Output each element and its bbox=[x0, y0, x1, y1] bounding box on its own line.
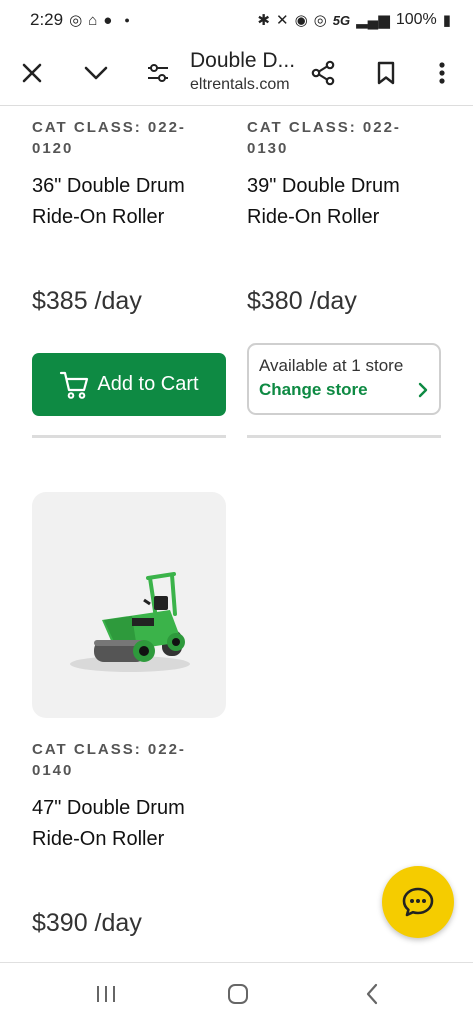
recent-apps-button[interactable] bbox=[76, 963, 136, 1025]
status-time: 2:29 bbox=[30, 10, 64, 29]
system-nav-bar bbox=[0, 962, 473, 1024]
signal-icon: ▂▄▆ bbox=[356, 11, 390, 29]
page-settings-button[interactable] bbox=[138, 40, 178, 106]
product-card[interactable]: CAT CLASS: 022- 0140 47" Double Drum Rid… bbox=[32, 739, 226, 855]
more-vert-icon bbox=[439, 62, 445, 84]
share-button[interactable] bbox=[302, 40, 344, 106]
more-notifications-dot-icon: ● bbox=[124, 14, 130, 25]
product-name[interactable]: 36" Double Drum Ride-On Roller bbox=[32, 171, 226, 233]
cat-class: CAT CLASS: 022- 0130 bbox=[247, 117, 441, 159]
share-icon bbox=[311, 60, 335, 86]
store-availability-box[interactable]: Available at 1 store Change store bbox=[247, 343, 441, 415]
product-name[interactable]: 47" Double Drum Ride-On Roller bbox=[32, 793, 226, 855]
change-store-label: Change store bbox=[259, 380, 368, 399]
status-bar: 2:29 ◎ ⌂ ● ● ✱ ✕ ◉ ◎ 5G ▂▄▆ 100% ▮ bbox=[0, 0, 473, 40]
product-name[interactable]: 39" Double Drum Ride-On Roller bbox=[247, 171, 441, 233]
cat-class-line1: CAT CLASS: 022- bbox=[32, 119, 186, 136]
page-title-block[interactable]: Double D... eltrentals.com bbox=[190, 48, 295, 96]
close-button[interactable] bbox=[12, 40, 52, 106]
mute-icon: ✕ bbox=[276, 11, 289, 29]
product-name-line1: 39" Double Drum bbox=[247, 175, 400, 197]
cat-class-line2: 0130 bbox=[247, 140, 289, 157]
chat-button[interactable] bbox=[382, 866, 454, 938]
product-name-line2: Ride-On Roller bbox=[32, 206, 165, 228]
message-notification-icon: ● bbox=[103, 11, 113, 29]
add-to-cart-button[interactable]: Add to Cart bbox=[32, 353, 226, 416]
cat-class: CAT CLASS: 022- 0120 bbox=[32, 117, 226, 159]
battery-percent: 100% bbox=[395, 11, 437, 28]
back-icon bbox=[366, 983, 378, 1005]
product-card[interactable]: CAT CLASS: 022- 0120 36" Double Drum Rid… bbox=[32, 117, 226, 233]
status-right: ✱ ✕ ◉ ◎ 5G ▂▄▆ 100% ▮ bbox=[257, 11, 451, 29]
cat-class-line1: CAT CLASS: 022- bbox=[247, 119, 401, 136]
recent-apps-icon bbox=[97, 986, 115, 1002]
chevron-right-icon bbox=[418, 382, 428, 398]
tune-icon bbox=[148, 64, 168, 82]
cat-class-line1: CAT CLASS: 022- bbox=[32, 741, 186, 758]
page-content: CAT CLASS: 022- 0120 36" Double Drum Rid… bbox=[0, 107, 473, 960]
home-notification-icon: ⌂ bbox=[88, 11, 98, 29]
bookmark-icon bbox=[377, 61, 395, 85]
cat-class: CAT CLASS: 022- 0140 bbox=[32, 739, 226, 781]
chat-icon bbox=[402, 887, 434, 917]
hotspot-icon: ◎ bbox=[313, 11, 327, 29]
location-icon: ◉ bbox=[294, 11, 308, 29]
divider bbox=[247, 435, 441, 438]
change-store-link[interactable]: Change store bbox=[259, 377, 429, 403]
home-button[interactable] bbox=[208, 963, 268, 1025]
collapse-button[interactable] bbox=[76, 40, 116, 106]
cat-class-line2: 0120 bbox=[32, 140, 74, 157]
product-name-line1: 36" Double Drum bbox=[32, 175, 185, 197]
browser-toolbar: Double D... eltrentals.com bbox=[0, 40, 473, 106]
add-to-cart-label: Add to Cart bbox=[97, 373, 199, 395]
bookmark-button[interactable] bbox=[365, 40, 407, 106]
cat-class-line2: 0140 bbox=[32, 762, 74, 779]
chevron-down-icon bbox=[84, 66, 108, 80]
bluetooth-icon: ✱ bbox=[257, 11, 270, 29]
close-icon bbox=[22, 63, 42, 83]
cart-icon bbox=[60, 371, 89, 399]
product-name-line2: Ride-On Roller bbox=[247, 206, 380, 228]
network-type: 5G bbox=[332, 12, 351, 28]
product-card[interactable]: CAT CLASS: 022- 0130 39" Double Drum Rid… bbox=[247, 117, 441, 233]
product-price: $385 /day bbox=[32, 287, 142, 315]
battery-icon: ▮ bbox=[442, 11, 451, 29]
product-name-line1: 47" Double Drum bbox=[32, 797, 185, 819]
divider bbox=[32, 435, 226, 438]
product-price: $390 /day bbox=[32, 909, 142, 937]
more-options-button[interactable] bbox=[424, 40, 460, 106]
page-title: Double D... bbox=[190, 49, 296, 72]
status-left: 2:29 ◎ ⌂ ● ● bbox=[30, 10, 130, 30]
product-name-line2: Ride-On Roller bbox=[32, 828, 165, 850]
home-icon bbox=[228, 984, 248, 1004]
product-price: $380 /day bbox=[247, 287, 357, 315]
page-url: eltrentals.com bbox=[190, 76, 290, 93]
availability-text: Available at 1 store bbox=[259, 356, 404, 375]
app-notification-icon: ◎ bbox=[69, 11, 83, 29]
back-button[interactable] bbox=[342, 963, 402, 1025]
product-image[interactable] bbox=[32, 492, 226, 718]
roller-image bbox=[70, 572, 190, 672]
